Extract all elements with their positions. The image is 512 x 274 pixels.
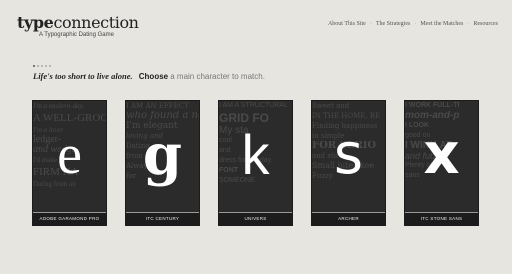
progress-dots <box>33 65 51 67</box>
logo-light: connection <box>53 13 139 32</box>
card-glyph: g <box>142 122 183 188</box>
progress-dot-5 <box>49 65 51 67</box>
card-font-name: ARCHER <box>312 212 385 225</box>
font-card-garamond[interactable]: I'm a modern-day, A WELL-GROO I'm a love… <box>33 101 106 225</box>
card-glyph: e <box>57 124 82 186</box>
card-font-name: UNIVERS <box>219 212 292 225</box>
font-card-archer[interactable]: Sweet and IN THE HOME, RE Finding happin… <box>312 101 385 225</box>
nav-matches[interactable]: Meet the Matches <box>420 21 463 27</box>
nav-separator: · <box>369 21 372 27</box>
font-card-century[interactable]: I AM AN EFFECT who found a ne I'm elegan… <box>126 101 199 225</box>
progress-dot-2 <box>37 65 39 67</box>
bg-line: IN THE HOME, RE <box>312 112 381 120</box>
logo-bold: type <box>17 13 54 32</box>
bg-line: mom-and-p <box>405 111 460 121</box>
intro-choose: Choose <box>138 72 169 81</box>
intro-rest: a main character to match. <box>170 72 265 81</box>
card-glyph: k <box>241 123 270 186</box>
progress-dot-4 <box>45 65 47 67</box>
nav-strategies[interactable]: The Strategies <box>376 21 411 27</box>
nav-separator: · <box>414 21 417 27</box>
top-nav: About This Site · The Strategies · Meet … <box>328 21 498 27</box>
card-glyph: s <box>333 122 364 187</box>
bg-line: Sweet and <box>312 102 350 110</box>
font-card-stone-sans[interactable]: I WORK FULL-TI mom-and-p I LOOK good on … <box>405 101 478 225</box>
logo-title: typeconnection <box>17 14 139 32</box>
nav-separator: · <box>467 21 470 27</box>
font-card-univers[interactable]: I AM A STRUCTURAL GRID FO My sta cool an… <box>219 101 292 225</box>
site-logo[interactable]: typeconnection A Typographic Dating Game <box>17 14 139 39</box>
progress-dot-1 <box>33 65 35 67</box>
nav-about[interactable]: About This Site <box>328 21 366 27</box>
bg-line: I AM AN EFFECT <box>126 102 189 110</box>
card-font-name: ADOBE GARAMOND PRO <box>33 212 106 225</box>
progress-dot-3 <box>41 65 43 67</box>
nav-resources[interactable]: Resources <box>473 21 498 27</box>
bg-line: I'm a modern-day, <box>33 102 85 110</box>
font-card-row: I'm a modern-day, A WELL-GROO I'm a love… <box>0 101 512 226</box>
card-font-name: ITC CENTURY <box>126 212 199 225</box>
bg-line: I WORK FULL-TI <box>405 102 460 109</box>
bg-line: I AM A STRUCTURAL <box>219 102 288 109</box>
logo-tagline: A Typographic Dating Game <box>39 32 114 38</box>
intro-lead: Life's too short to live alone. <box>33 71 133 81</box>
intro-text: Life's too short to live alone. Choose a… <box>33 71 265 81</box>
bg-line: who found a ne <box>126 111 199 121</box>
card-font-name: ITC STONE SANS <box>405 212 478 225</box>
bg-line: A WELL-GROO <box>33 112 106 124</box>
card-glyph: x <box>423 122 460 187</box>
